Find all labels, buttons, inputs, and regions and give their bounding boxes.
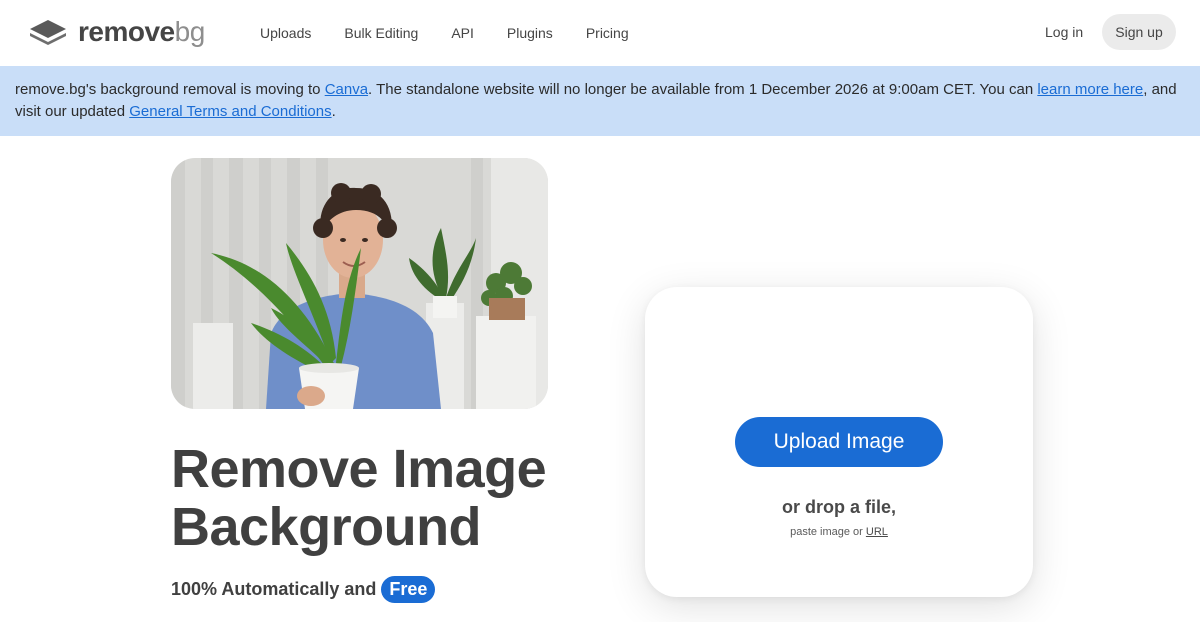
headline-line-1: Remove Image <box>171 439 547 499</box>
brand-logo[interactable]: removebg <box>28 16 205 48</box>
url-link[interactable]: URL <box>866 526 888 538</box>
login-link[interactable]: Log in <box>1045 24 1083 40</box>
nav-link-uploads[interactable]: Uploads <box>260 25 311 41</box>
banner-text-2: . The standalone website will no longer … <box>368 81 1038 98</box>
nav-link-api[interactable]: API <box>451 25 474 41</box>
brand-name: removebg <box>78 16 205 47</box>
drop-file-text: or drop a file, <box>781 497 896 517</box>
paste-image-text: paste image or URL <box>645 526 1033 538</box>
subline-text: 100% Automatically and <box>171 578 377 599</box>
notice-banner: remove.bg's background removal is moving… <box>0 66 1200 136</box>
paste-prefix: paste image or <box>790 526 866 538</box>
nav-link-pricing[interactable]: Pricing <box>586 25 629 41</box>
upload-card[interactable]: Upload Image or drop a file, paste image… <box>645 287 1033 597</box>
upload-image-button[interactable]: Upload Image <box>735 417 943 467</box>
canva-link[interactable]: Canva <box>325 81 368 98</box>
free-badge: Free <box>381 575 436 603</box>
headline-line-2: Background <box>171 497 482 557</box>
layers-logo-icon <box>30 20 66 45</box>
top-navbar: removebg Uploads Bulk Editing API Plugin… <box>0 0 1200 65</box>
terms-link[interactable]: General Terms and Conditions <box>129 103 331 120</box>
signup-button[interactable]: Sign up <box>1102 14 1176 50</box>
page-title: Remove Image Background <box>171 440 631 556</box>
banner-text-4: . <box>331 103 336 120</box>
learn-more-link[interactable]: learn more here <box>1037 81 1143 98</box>
hero-image <box>171 158 548 409</box>
nav-link-bulk-editing[interactable]: Bulk Editing <box>344 25 418 41</box>
nav-links: Uploads Bulk Editing API Plugins Pricing <box>260 0 662 65</box>
hero-subline: 100% Automatically and Free <box>171 574 436 604</box>
nav-link-plugins[interactable]: Plugins <box>507 25 553 41</box>
banner-text-1: remove.bg's background removal is moving… <box>15 81 325 98</box>
